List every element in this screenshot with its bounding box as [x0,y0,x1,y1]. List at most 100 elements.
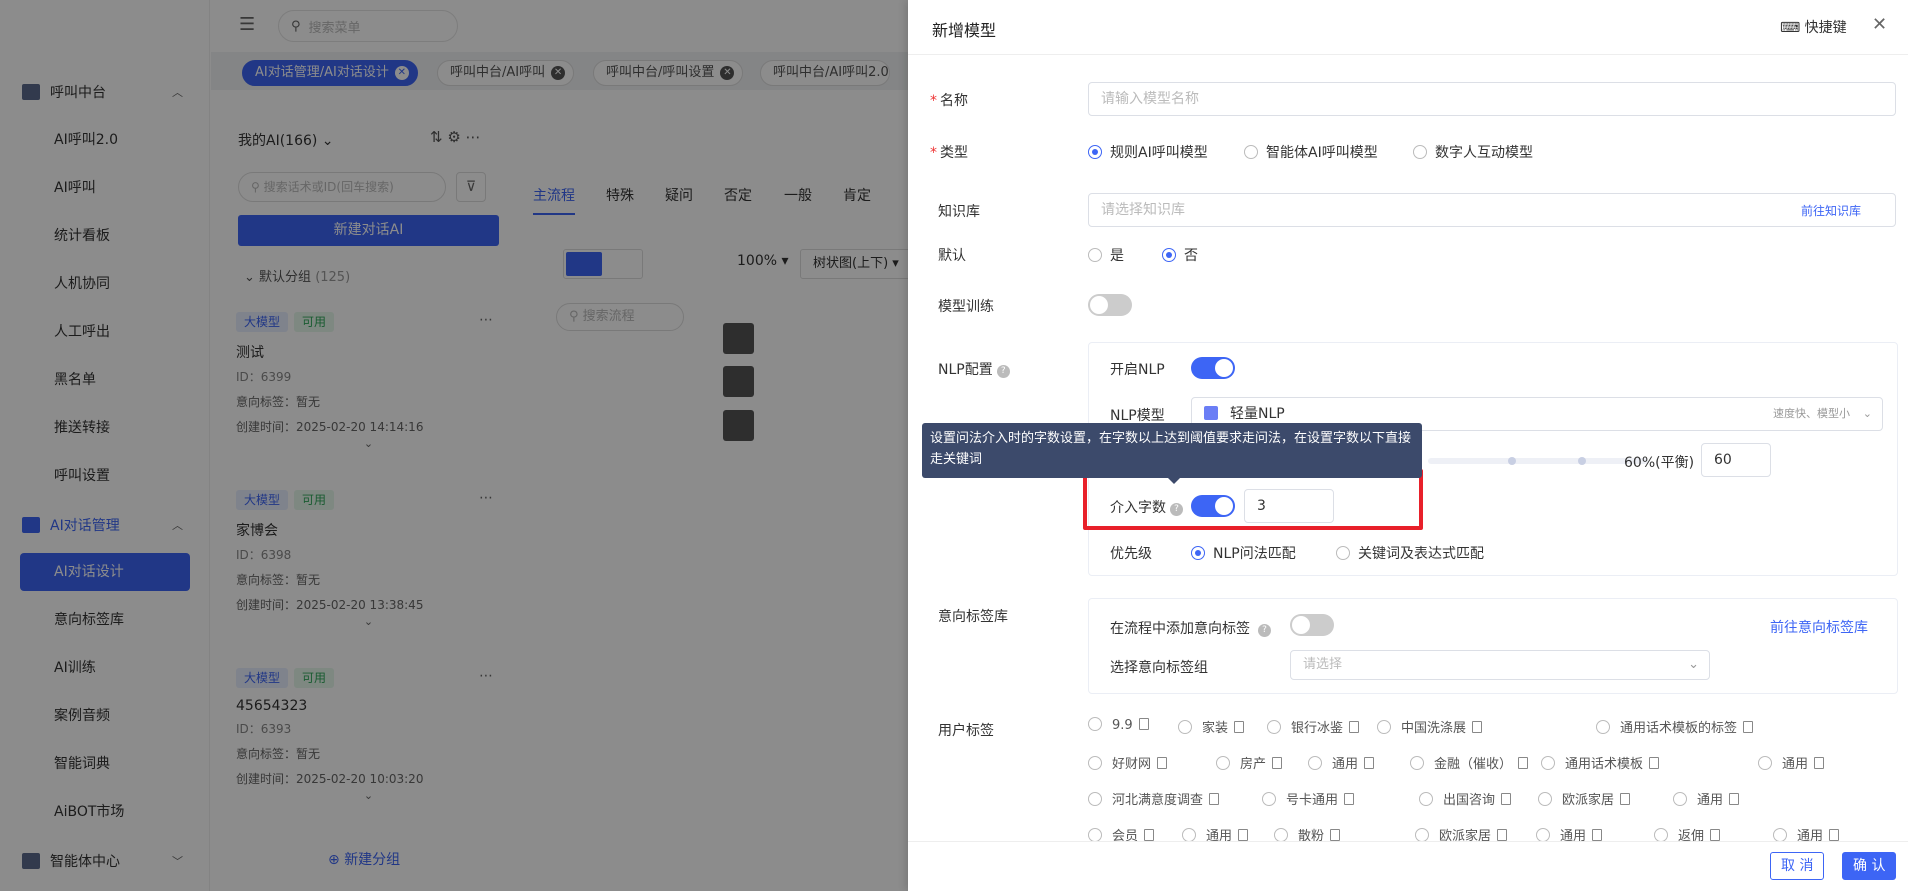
user-tag-label: 通用话术模板 [1565,757,1644,772]
default-label: 默认 [938,248,966,264]
radio[interactable] [1244,145,1258,159]
document-icon [1157,757,1168,769]
radio[interactable] [1088,756,1102,770]
priority-nlp[interactable]: NLP问法匹配 [1191,543,1296,563]
radio[interactable] [1262,792,1276,806]
radio-checked[interactable] [1162,248,1176,262]
radio[interactable] [1538,792,1552,806]
close-icon[interactable]: ✕ [1872,14,1887,35]
help-icon[interactable]: ? [996,365,1010,378]
radio[interactable] [1413,145,1427,159]
radio[interactable] [1308,756,1322,770]
name-placeholder: 请输入模型名称 [1101,91,1199,107]
user-tag-option[interactable]: 9.9 [1088,717,1149,733]
help-icon[interactable]: ? [1170,503,1183,516]
radio[interactable] [1088,717,1102,731]
user-tag-option[interactable]: 银行冰鉴 [1267,717,1360,736]
radio[interactable] [1182,828,1196,842]
radio[interactable] [1654,828,1668,842]
radio[interactable] [1415,828,1429,842]
user-tag-label: 银行冰鉴 [1291,721,1344,736]
priority-keyword[interactable]: 关键词及表达式匹配 [1336,543,1484,563]
radio[interactable] [1773,828,1787,842]
document-icon [1829,829,1840,841]
user-tag-label: 通用话术模板的标签 [1620,721,1738,736]
radio[interactable] [1274,828,1288,842]
shortcut-button[interactable]: ⌨ 快捷键 [1780,17,1847,37]
document-icon [1814,757,1825,769]
radio[interactable] [1178,720,1192,734]
user-tag-option[interactable]: 通用 [1673,789,1740,808]
user-tag-option[interactable]: 号卡通用 [1262,789,1355,808]
user-tag-option[interactable]: 房产 [1216,753,1283,772]
train-toggle[interactable] [1088,294,1132,316]
kb-select[interactable]: 请选择知识库 [1088,193,1896,227]
user-tag-option[interactable]: 家装 [1178,717,1245,736]
intent-add-toggle[interactable] [1290,614,1334,636]
radio[interactable] [1410,756,1424,770]
default-no[interactable]: 否 [1162,245,1198,265]
radio[interactable] [1596,720,1610,734]
type-option-digital-human[interactable]: 数字人互动模型 [1413,142,1533,162]
nlp-model-icon [1204,406,1218,420]
model-name-input[interactable]: 请输入模型名称 [1088,82,1896,116]
user-tag-option[interactable]: 通用话术模板的标签 [1596,717,1754,736]
user-tag-label: 房产 [1240,757,1267,772]
radio[interactable] [1419,792,1433,806]
default-yes[interactable]: 是 [1088,245,1124,265]
document-icon [1344,793,1355,805]
user-tag-option[interactable]: 出国咨询 [1419,789,1512,808]
chevron-down-icon: ⌄ [1688,657,1699,672]
help-icon[interactable]: ? [1258,624,1271,637]
threshold-value: 60 [1714,452,1732,468]
user-tag-label: 出国咨询 [1443,793,1496,808]
threshold-slider[interactable] [1428,457,1648,465]
user-tag-label: 欧派家居 [1562,793,1615,808]
user-tag-label: 通用 [1782,757,1809,772]
nlp-model-value: 轻量NLP [1230,406,1285,422]
type-option-agent[interactable]: 智能体AI呼叫模型 [1244,142,1378,162]
user-tag-option[interactable]: 金融（催收） [1410,753,1529,772]
cancel-button[interactable]: 取 消 [1770,852,1825,880]
radio-checked[interactable] [1088,145,1102,159]
divider [908,54,1908,55]
user-tag-option[interactable]: 通用话术模板 [1541,753,1660,772]
radio[interactable] [1541,756,1555,770]
radio[interactable] [1216,756,1230,770]
threshold-input[interactable]: 60 [1701,443,1771,477]
user-tag-label: 家装 [1202,721,1229,736]
user-tag-option[interactable]: 欧派家居 [1538,789,1631,808]
document-icon [1497,829,1508,841]
radio[interactable] [1673,792,1687,806]
intent-lib-link[interactable]: 前往意向标签库 [1770,617,1868,637]
radio[interactable] [1088,248,1102,262]
document-icon [1364,757,1375,769]
radio[interactable] [1088,828,1102,842]
intervene-count-input[interactable]: 3 [1244,489,1334,523]
user-tag-option[interactable]: 中国洗涤展 [1377,717,1483,736]
user-tag-option[interactable]: 河北满意度调查 [1088,789,1220,808]
radio[interactable] [1536,828,1550,842]
user-tag-option[interactable]: 通用 [1758,753,1825,772]
intent-group-placeholder: 请选择 [1303,657,1343,672]
radio[interactable] [1377,720,1391,734]
confirm-button[interactable]: 确 认 [1842,852,1897,880]
intent-group-select[interactable]: 请选择 ⌄ [1290,650,1710,680]
user-tag-option[interactable]: 好财网 [1088,753,1168,772]
nlp-toggle[interactable] [1191,357,1235,379]
user-tag-label: 9.9 [1112,718,1133,733]
nlp-model-label: NLP模型 [1110,408,1165,424]
type-option-rule[interactable]: 规则AI呼叫模型 [1088,142,1208,162]
radio[interactable] [1267,720,1281,734]
radio-checked[interactable] [1191,546,1205,560]
user-tag-option[interactable]: 通用 [1308,753,1375,772]
document-icon [1234,721,1245,733]
kb-link[interactable]: 前往知识库 [1801,202,1861,219]
train-label: 模型训练 [938,299,994,315]
intervene-toggle[interactable] [1191,495,1235,517]
modal-overlay[interactable] [0,0,908,891]
radio[interactable] [1336,546,1350,560]
document-icon [1138,718,1149,730]
radio[interactable] [1088,792,1102,806]
radio[interactable] [1758,756,1772,770]
